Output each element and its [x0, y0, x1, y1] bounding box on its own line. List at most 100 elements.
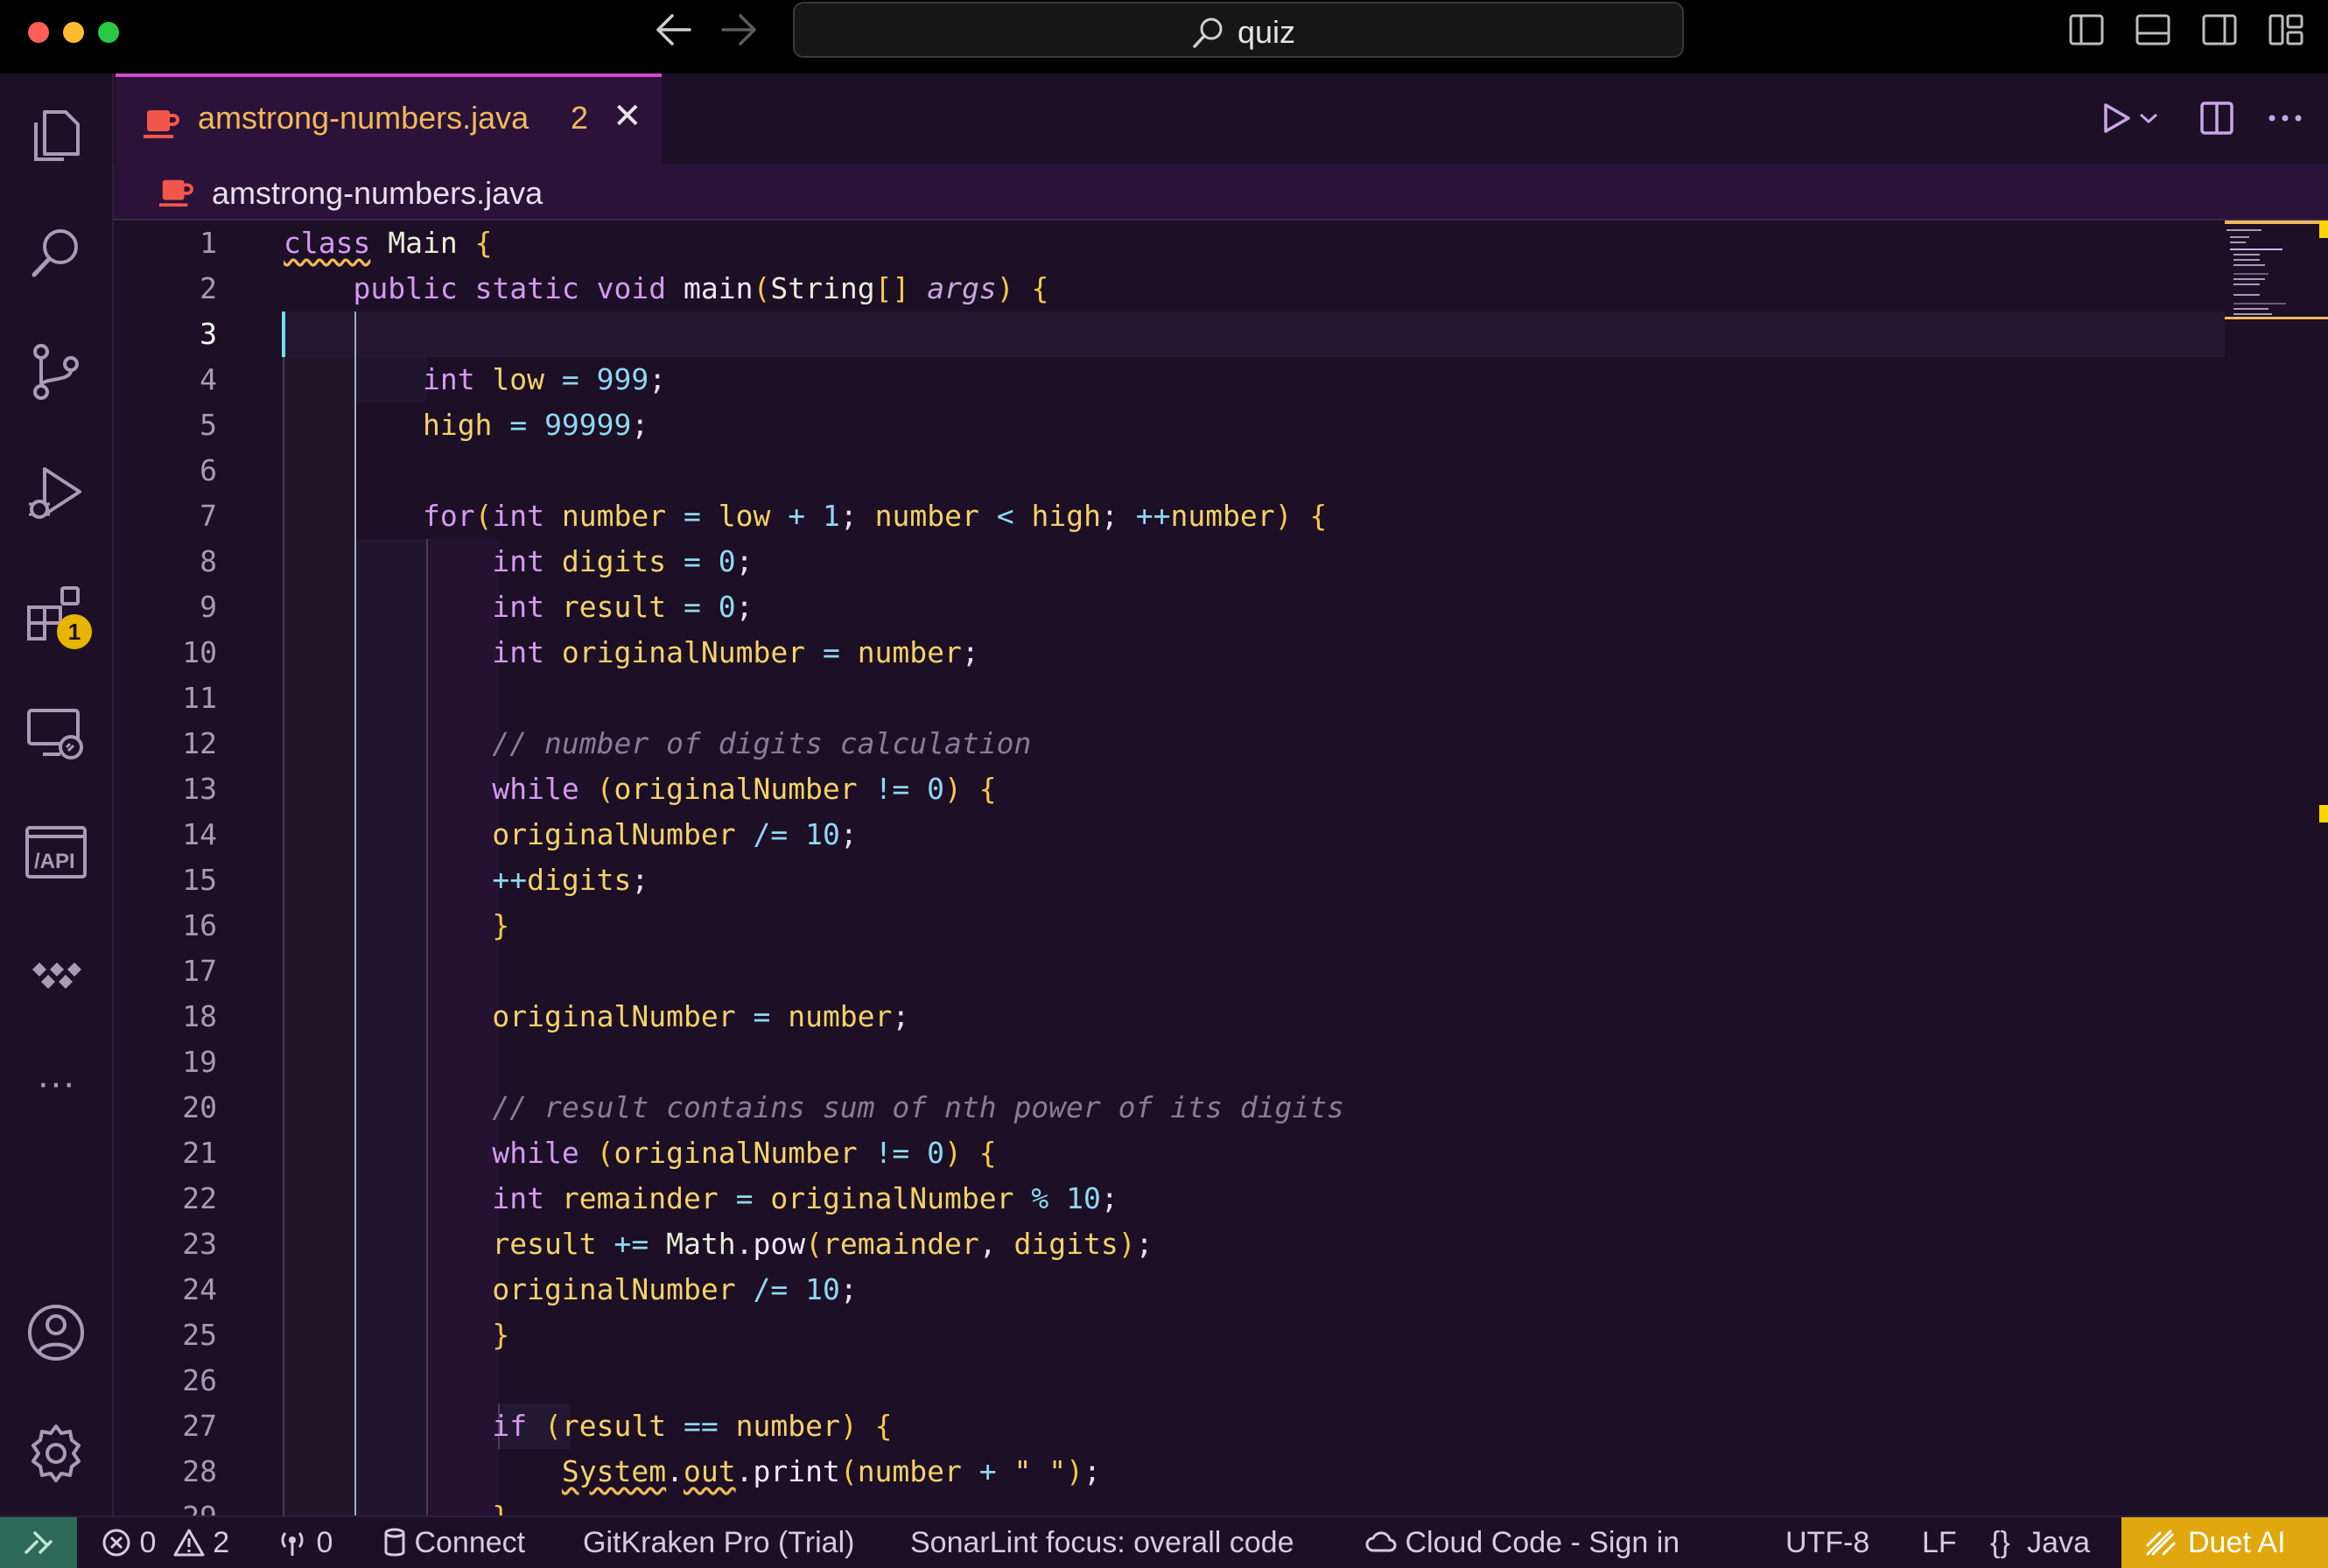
code-line[interactable]: 13 while (originalNumber != 0) { [114, 766, 2214, 812]
code-text: originalNumber /= 10; [492, 817, 858, 851]
problems-indicator[interactable]: 0 2 [102, 1526, 229, 1560]
title-bar: quiz [0, 0, 2328, 74]
line-number: 14 [182, 817, 217, 851]
remote-explorer-icon[interactable] [22, 698, 90, 766]
connect-button[interactable]: Connect [383, 1526, 525, 1560]
gitkraken-status[interactable]: GitKraken Pro (Trial) [583, 1526, 854, 1560]
code-line[interactable]: 2 public static void main(String[] args)… [114, 266, 2214, 312]
code-line[interactable]: 5 high = 99999; [114, 402, 2214, 448]
encoding-status[interactable]: UTF-8 [1785, 1526, 1869, 1560]
code-line[interactable]: 12 // number of digits calculation [114, 721, 2214, 766]
code-line[interactable]: 26 [114, 1358, 2214, 1404]
run-and-debug-icon[interactable] [22, 458, 90, 527]
line-number: 10 [182, 635, 217, 669]
forward-arrow-icon[interactable] [719, 10, 758, 49]
line-number: 25 [182, 1318, 217, 1352]
remote-indicator[interactable] [0, 1517, 77, 1568]
api-icon[interactable]: /API [22, 819, 90, 887]
braces-icon: {} [1990, 1526, 2010, 1559]
close-window-button[interactable] [28, 22, 49, 43]
line-number: 11 [182, 681, 217, 715]
code-line[interactable]: 29 } [114, 1494, 2214, 1516]
code-line[interactable]: 21 while (originalNumber != 0) { [114, 1130, 2214, 1176]
more-actions-icon[interactable] [2263, 96, 2307, 140]
line-number: 5 [200, 408, 217, 442]
code-line[interactable]: 24 originalNumber /= 10; [114, 1267, 2214, 1312]
code-line[interactable]: 1 class Main { [114, 220, 2214, 266]
duet-ai-icon [2146, 1530, 2176, 1556]
code-line[interactable]: 10 int originalNumber = number; [114, 630, 2214, 676]
toggle-primary-sidebar-icon[interactable] [2069, 14, 2104, 46]
sonarlint-status[interactable]: SonarLint focus: overall code [910, 1526, 1294, 1560]
source-control-icon[interactable] [22, 338, 90, 406]
code-text: public static void main(String[] args) { [353, 271, 1049, 305]
cloud-icon [1365, 1531, 1397, 1552]
code-text: } [492, 908, 510, 942]
tab-label: amstrong-numbers.java [198, 100, 529, 136]
line-number: 27 [182, 1409, 217, 1443]
toggle-secondary-sidebar-icon[interactable] [2202, 14, 2237, 46]
ports-indicator[interactable]: 0 [277, 1526, 333, 1560]
code-line[interactable]: 9 int result = 0; [114, 584, 2214, 630]
eol-status[interactable]: LF [1922, 1526, 1957, 1560]
code-line[interactable]: 17 [114, 948, 2214, 994]
code-line[interactable]: 14 originalNumber /= 10; [114, 812, 2214, 858]
maximize-window-button[interactable] [98, 22, 119, 43]
code-line[interactable]: 28 System.out.print(number + " "); [114, 1449, 2214, 1494]
code-line[interactable]: 8 int digits = 0; [114, 539, 2214, 584]
command-center-label: quiz [1238, 14, 1296, 50]
code-text: } [284, 1494, 509, 1516]
code-line[interactable]: 25 } [114, 1312, 2214, 1358]
settings-gear-icon[interactable] [22, 1419, 90, 1488]
accounts-icon[interactable] [22, 1298, 90, 1367]
code-line[interactable]: 15 ++digits; [114, 858, 2214, 903]
code-line[interactable]: 11 [114, 676, 2214, 721]
tab-amstrong-numbers[interactable]: amstrong-numbers.java 2 ✕ [116, 74, 662, 164]
explorer-icon[interactable] [22, 100, 90, 168]
minimize-window-button[interactable] [63, 22, 84, 43]
command-center-search[interactable]: quiz [793, 2, 1684, 58]
svg-text:/API: /API [34, 850, 75, 873]
split-editor-icon[interactable] [2195, 96, 2239, 140]
back-arrow-icon[interactable] [655, 10, 693, 49]
code-text: int originalNumber = number; [492, 635, 979, 669]
code-text: // result contains sum of nth power of i… [284, 1090, 1344, 1124]
minimap[interactable] [2225, 220, 2328, 326]
duet-ai-button[interactable]: Duet AI [2121, 1517, 2328, 1568]
code-line[interactable]: 23 result += Math.pow(remainder, digits)… [114, 1222, 2214, 1267]
cloud-code-status[interactable]: Cloud Code - Sign in [1365, 1526, 1679, 1560]
tab-close-icon[interactable]: ✕ [613, 96, 642, 136]
breadcrumb-file[interactable]: amstrong-numbers.java [212, 175, 543, 212]
code-editor[interactable]: 1 class Main {2 public static void main(S… [114, 220, 2328, 1516]
line-number: 4 [200, 362, 217, 396]
run-dropdown-chevron-icon[interactable] [2135, 96, 2162, 140]
code-line[interactable]: 3 [114, 312, 2214, 357]
extensions-icon[interactable]: 1 [22, 579, 92, 649]
code-text: result += Math.pow(remainder, digits); [492, 1227, 1153, 1261]
ports-count: 0 [316, 1526, 333, 1559]
code-line[interactable]: 6 [114, 448, 2214, 494]
error-count: 0 [139, 1526, 157, 1559]
code-line[interactable]: 7 for(int number = low + 1; number < hig… [114, 494, 2214, 539]
code-line[interactable]: 20 // result contains sum of nth power o… [114, 1085, 2214, 1130]
code-line[interactable]: 4 int low = 999; [114, 357, 2214, 402]
language-status[interactable]: {} Java [1990, 1526, 2090, 1560]
search-icon[interactable] [22, 219, 90, 287]
code-line[interactable]: 27 if (result == number) { [114, 1404, 2214, 1449]
line-number: 13 [182, 772, 217, 806]
toggle-panel-icon[interactable] [2135, 14, 2170, 46]
code-text: high = 99999; [422, 408, 649, 442]
broadcast-icon [281, 1532, 304, 1556]
code-line[interactable]: 18 originalNumber = number; [114, 994, 2214, 1040]
code-line[interactable]: 19 [114, 1040, 2214, 1085]
more-icon[interactable]: ··· [22, 1057, 90, 1125]
code-text: } [492, 1318, 510, 1352]
gitkraken-icon[interactable] [22, 938, 90, 1006]
customize-layout-icon[interactable] [2268, 14, 2303, 46]
code-text: System.out.print(number + " "); [561, 1454, 1101, 1488]
run-icon[interactable] [2093, 96, 2137, 140]
error-icon [102, 1529, 130, 1557]
code-line[interactable]: 22 int remainder = originalNumber % 10; [114, 1176, 2214, 1222]
warning-icon [173, 1529, 205, 1557]
code-line[interactable]: 16 } [114, 903, 2214, 948]
